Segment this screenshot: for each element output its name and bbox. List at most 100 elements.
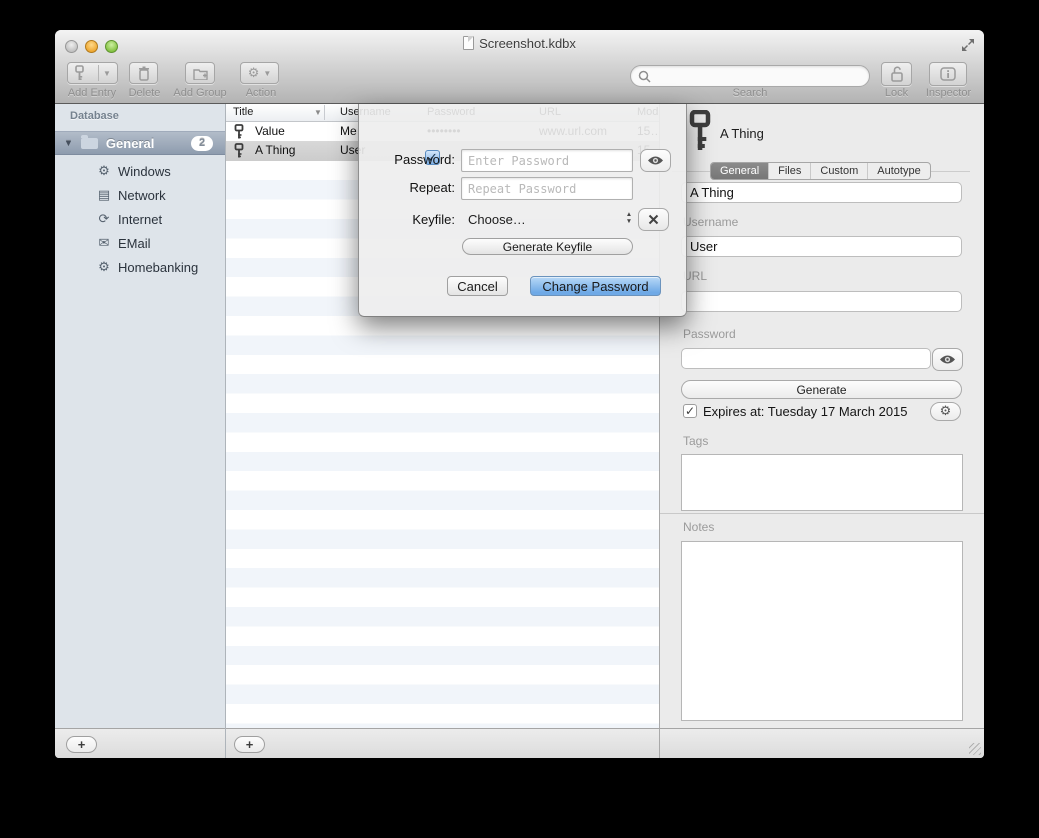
username-field[interactable] [681,236,962,257]
close-icon [648,214,659,225]
delete-label: Delete [126,87,163,99]
add-group-label: Add Group [172,87,228,99]
cell-title: A Thing [255,143,295,157]
repeat-password-input[interactable] [461,177,633,200]
info-icon [940,67,956,81]
fullscreen-icon[interactable] [960,37,976,53]
divider [659,729,660,758]
lock-label: Lock [879,87,914,99]
sidebar-group-general[interactable]: ▼ General 2 [55,131,225,155]
server-icon: ▤ [96,188,112,203]
password-label: Password: [383,152,455,167]
sidebar-item-label: Windows [118,164,171,179]
sidebar-item-homebanking[interactable]: ⚙ Homebanking [55,255,225,279]
tab-general[interactable]: General [711,163,769,179]
search-input[interactable] [630,65,870,87]
disclosure-triangle-icon[interactable]: ▼ [64,138,73,148]
reveal-password-button[interactable] [932,348,963,371]
clear-keyfile-button[interactable] [638,208,669,231]
eye-icon [939,354,956,365]
group-label: General [106,136,154,151]
sidebar-header: Database [70,110,119,122]
resize-grip[interactable] [969,743,981,755]
show-password-button[interactable] [640,149,671,172]
tags-input[interactable] [681,454,963,511]
column-header-title[interactable]: Title [233,106,253,118]
username-label: Username [683,215,738,229]
notes-input[interactable] [681,541,963,721]
inspector-button[interactable] [929,62,967,86]
password-label: Password [683,327,736,341]
section-divider [660,513,984,514]
repeat-label: Repeat: [383,180,455,195]
sidebar-item-windows[interactable]: ⚙ Windows [55,159,225,183]
add-group-plus-button[interactable]: + [66,736,97,753]
key-icon [234,143,244,158]
envelope-icon: ✉ [96,236,112,251]
document-icon [463,36,474,50]
keyfile-popup[interactable]: Choose… [468,212,526,227]
tab-bar: General Files Custom Autotype [710,162,931,180]
cancel-button[interactable]: Cancel [447,276,508,296]
inspector-label: Inspector [921,87,976,99]
add-entry-label: Add Entry [66,87,118,99]
screen: Screenshot.kdbx ▼ Add Entry Delete Add G… [0,0,1039,838]
change-password-button[interactable]: Change Password [530,276,661,296]
key-icon-large [688,110,712,152]
bottom-bar: + + [55,728,984,758]
cell-username: Me [340,124,357,138]
sidebar: Database ▼ General 2 ⚙ Windows ▤ Network… [55,104,225,728]
generate-keyfile-button[interactable]: Generate Keyfile [462,238,633,255]
title-field[interactable] [681,182,962,203]
entry-count-badge: 2 [191,136,213,151]
action-button[interactable]: ⚙ ▼ [240,62,279,84]
key-icon [234,124,244,139]
lock-button[interactable] [881,62,912,86]
tab-autotype[interactable]: Autotype [868,163,929,179]
cell-title: Value [255,124,285,138]
password-field[interactable] [681,348,931,369]
add-group-button[interactable] [185,62,215,84]
stepper-arrows-icon[interactable]: ▲▼ [624,211,634,227]
search-label: Search [725,87,775,99]
window-title: Screenshot.kdbx [55,36,984,51]
key-icon [74,65,85,81]
expires-label: Expires at: Tuesday 17 March 2015 [703,404,908,419]
entry-title: A Thing [720,126,764,141]
folder-plus-icon [193,67,208,80]
chevron-down-icon: ▼ [263,69,271,78]
url-field[interactable] [681,291,962,312]
generate-password-button[interactable]: Generate [681,380,962,399]
folder-icon [81,138,98,149]
gear-icon: ⚙ [96,164,112,179]
delete-button[interactable] [129,62,158,84]
column-divider[interactable] [324,105,325,120]
expires-settings-button[interactable]: ⚙ [930,402,961,421]
eye-icon [647,155,664,166]
sidebar-item-label: Homebanking [118,260,198,275]
notes-label: Notes [683,520,714,534]
window-header: Screenshot.kdbx ▼ Add Entry Delete Add G… [55,30,984,104]
enter-password-input[interactable] [461,149,633,172]
inspector-panel: A Thing General Files Custom Autotype Us… [660,104,984,728]
chevron-down-icon: ▼ [103,69,111,78]
sidebar-item-internet[interactable]: ⟳ Internet [55,207,225,231]
gear-icon: ⚙ [248,66,260,81]
add-entry-plus-button[interactable]: + [234,736,265,753]
gear-icon: ⚙ [96,260,112,275]
sidebar-item-network[interactable]: ▤ Network [55,183,225,207]
sort-arrow-icon: ▼ [314,108,322,117]
change-password-sheet: ✓ Password: Repeat: Keyfile: Choose… ▲▼ … [358,104,687,317]
padlock-open-icon [890,66,904,82]
tab-custom[interactable]: Custom [811,163,868,179]
expires-checkbox[interactable]: ✓ [683,404,697,418]
add-entry-button[interactable]: ▼ [67,62,118,84]
tab-files[interactable]: Files [769,163,811,179]
trash-icon [138,66,150,81]
tags-label: Tags [683,434,708,448]
keyfile-label: Keyfile: [383,212,455,227]
sidebar-item-label: EMail [118,236,151,251]
sidebar-item-email[interactable]: ✉ EMail [55,231,225,255]
sidebar-item-label: Internet [118,212,162,227]
split-divider [98,65,99,81]
